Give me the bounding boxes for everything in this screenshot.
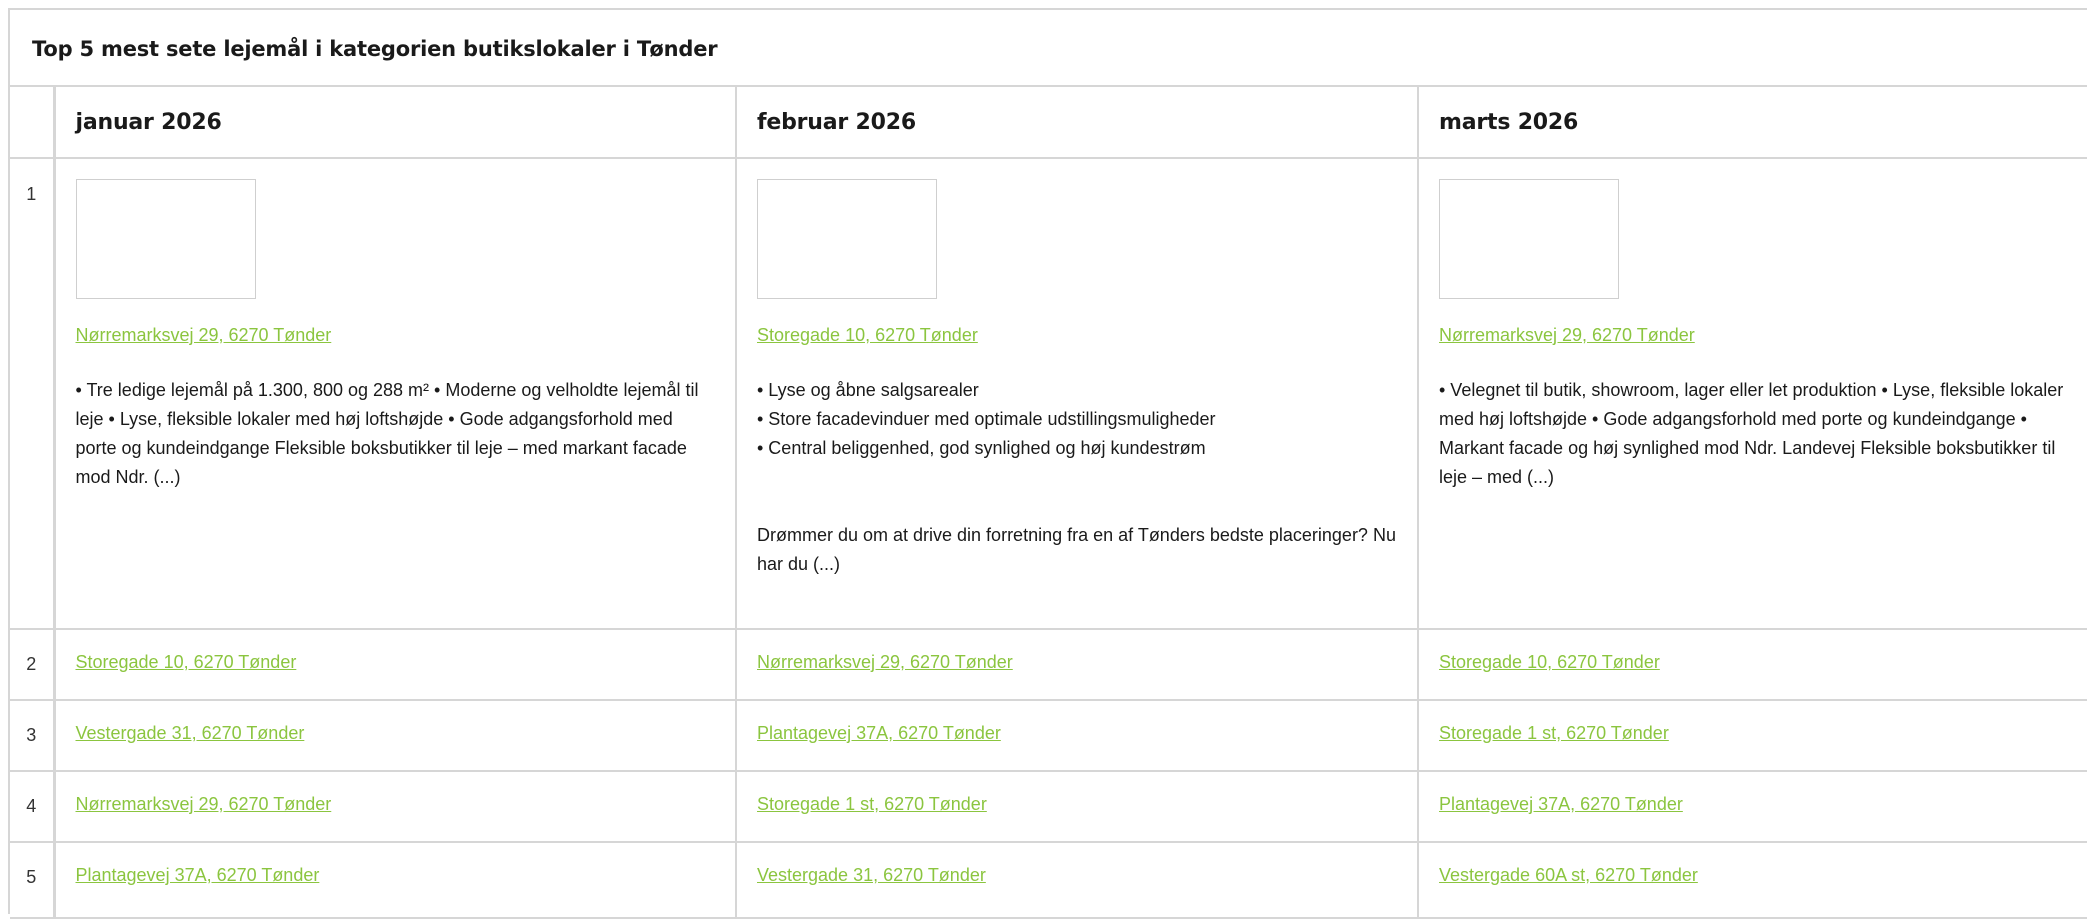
listing-address-link[interactable]: Storegade 10, 6270 Tønder <box>76 652 297 672</box>
widget-header: Top 5 mest sete lejemål i kategorien but… <box>10 10 2087 87</box>
listing-cell: Nørremarksvej 29, 6270 Tønder <box>54 771 737 843</box>
ranking-table: januar 2026 februar 2026 marts 2026 1 Nø… <box>10 87 2087 919</box>
listing-cell: Vestergade 31, 6270 Tønder <box>736 842 1419 919</box>
listing-cell: Nørremarksvej 29, 6270 Tønder • Velegnet… <box>1418 158 2087 630</box>
listing-cell: Storegade 10, 6270 Tønder <box>54 629 737 701</box>
rank-number: 5 <box>26 867 37 887</box>
listing-description: • Tre ledige lejemål på 1.300, 800 og 28… <box>75 380 699 487</box>
top5-widget: Top 5 mest sete lejemål i kategorien but… <box>8 8 2087 919</box>
month-label: februar 2026 <box>757 110 916 135</box>
listing-address-link[interactable]: Vestergade 31, 6270 Tønder <box>76 723 305 743</box>
listing-cell: Storegade 10, 6270 Tønder • Lyse og åbne… <box>736 158 1419 630</box>
listing-cell: Plantagevej 37A, 6270 Tønder <box>736 700 1419 772</box>
listing-cell: Nørremarksvej 29, 6270 Tønder <box>736 629 1419 701</box>
listing-address-link[interactable]: Nørremarksvej 29, 6270 Tønder <box>76 325 332 346</box>
listing-thumbnail[interactable] <box>1439 179 1619 299</box>
rank-number: 3 <box>26 725 37 745</box>
listing-address-link[interactable]: Vestergade 60A st, 6270 Tønder <box>1439 865 1698 885</box>
listing-description: • Velegnet til butik, showroom, lager el… <box>1439 380 2064 487</box>
listing-address-link[interactable]: Vestergade 31, 6270 Tønder <box>757 865 986 885</box>
listing-cell: Vestergade 31, 6270 Tønder <box>54 700 737 772</box>
month-label: marts 2026 <box>1439 110 1579 135</box>
listing-address-link[interactable]: Nørremarksvej 29, 6270 Tønder <box>757 652 1013 672</box>
listing-address-link[interactable]: Plantagevej 37A, 6270 Tønder <box>76 865 320 885</box>
month-header-row: januar 2026 februar 2026 marts 2026 <box>10 87 2087 159</box>
listing-thumbnail[interactable] <box>757 179 937 299</box>
listing-address-link[interactable]: Storegade 1 st, 6270 Tønder <box>757 794 987 814</box>
rank-number: 2 <box>26 654 37 674</box>
table-row: 2 Storegade 10, 6270 Tønder Nørremarksve… <box>10 629 2087 701</box>
listing-cell: Nørremarksvej 29, 6270 Tønder • Tre ledi… <box>54 158 737 630</box>
table-row: 3 Vestergade 31, 6270 Tønder Plantagevej… <box>10 700 2087 772</box>
month-label: januar 2026 <box>75 110 222 135</box>
widget-title: Top 5 mest sete lejemål i kategorien but… <box>32 37 718 61</box>
rank-number: 1 <box>26 184 37 204</box>
listing-address-link[interactable]: Plantagevej 37A, 6270 Tønder <box>757 723 1001 743</box>
listing-cell: Plantagevej 37A, 6270 Tønder <box>54 842 737 919</box>
listing-address-link[interactable]: Nørremarksvej 29, 6270 Tønder <box>1439 325 1695 346</box>
rank-cell: 5 <box>10 842 56 919</box>
rank-cell: 1 <box>10 158 56 630</box>
listing-cell: Vestergade 60A st, 6270 Tønder <box>1418 842 2087 919</box>
table-row: 5 Plantagevej 37A, 6270 Tønder Vestergad… <box>10 842 2087 919</box>
listing-cell: Storegade 1 st, 6270 Tønder <box>1418 700 2087 772</box>
listing-address-link[interactable]: Storegade 1 st, 6270 Tønder <box>1439 723 1669 743</box>
rank-cell: 4 <box>10 771 56 843</box>
listing-address-link[interactable]: Nørremarksvej 29, 6270 Tønder <box>76 794 332 814</box>
listing-address-link[interactable]: Plantagevej 37A, 6270 Tønder <box>1439 794 1683 814</box>
rank-cell: 2 <box>10 629 56 701</box>
month-header-cell: marts 2026 <box>1418 87 2087 159</box>
listing-address-link[interactable]: Storegade 10, 6270 Tønder <box>757 325 978 346</box>
listing-cell: Storegade 1 st, 6270 Tønder <box>736 771 1419 843</box>
rank-header-cell <box>10 87 56 159</box>
rank-cell: 3 <box>10 700 56 772</box>
rank-number: 4 <box>26 796 37 816</box>
listing-address-link[interactable]: Storegade 10, 6270 Tønder <box>1439 652 1660 672</box>
table-row: 4 Nørremarksvej 29, 6270 Tønder Storegad… <box>10 771 2087 843</box>
listing-thumbnail[interactable] <box>75 179 256 299</box>
listing-description: • Lyse og åbne salgsarealer • Store faca… <box>757 380 1396 574</box>
month-header-cell: februar 2026 <box>736 87 1419 159</box>
month-header-cell: januar 2026 <box>54 87 737 159</box>
table-row: 1 Nørremarksvej 29, 6270 Tønder • Tre le… <box>10 158 2087 630</box>
listing-cell: Storegade 10, 6270 Tønder <box>1418 629 2087 701</box>
listing-cell: Plantagevej 37A, 6270 Tønder <box>1418 771 2087 843</box>
